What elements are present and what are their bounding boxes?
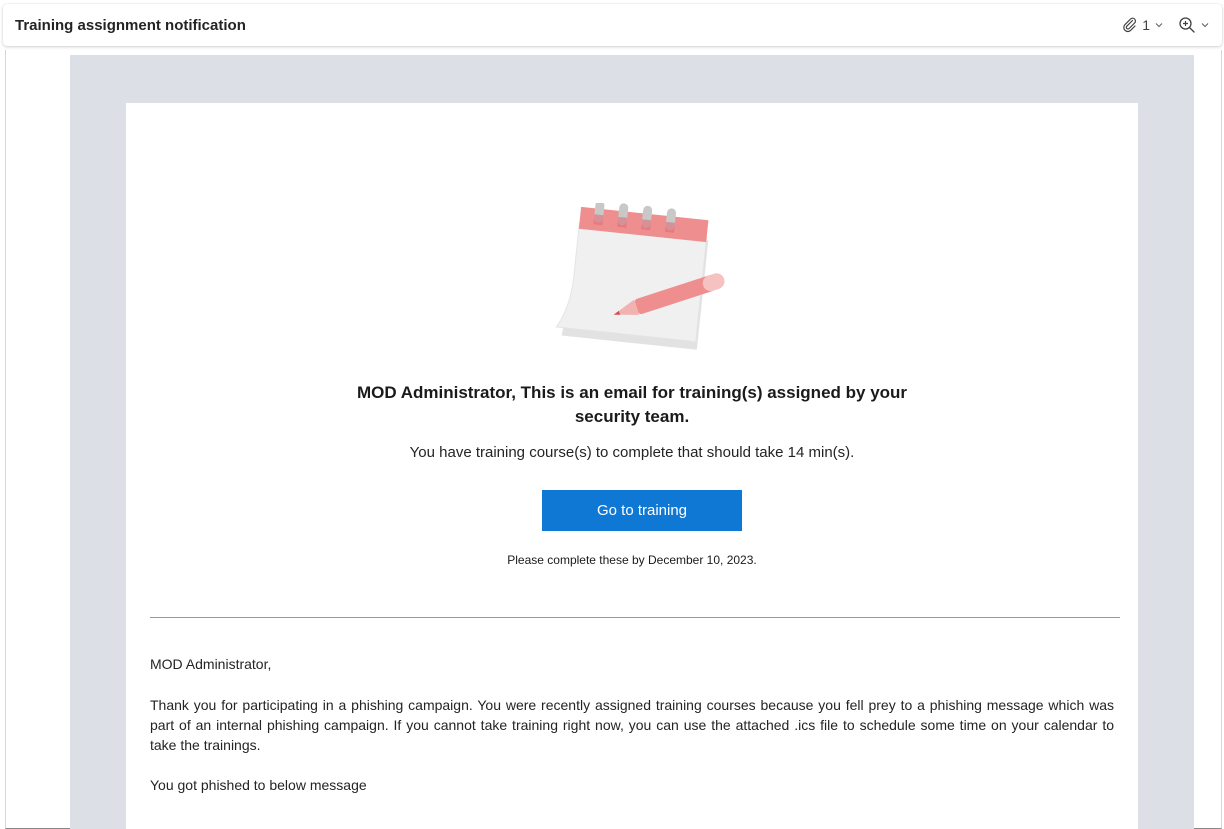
body-paragraph: Thank you for participating in a phishin… xyxy=(150,697,1114,753)
chevron-down-icon xyxy=(1200,20,1210,30)
paperclip-icon xyxy=(1122,17,1138,33)
message-header: Training assignment notification 1 xyxy=(3,4,1222,46)
due-date-text: Please complete these by December 10, 20… xyxy=(507,553,757,567)
training-duration-text: You have training course(s) to complete … xyxy=(409,444,855,461)
divider xyxy=(150,617,1120,618)
email-subject: Training assignment notification xyxy=(15,16,246,34)
phished-message-text: You got phished to below message xyxy=(150,777,367,793)
header-tools: 1 xyxy=(1122,16,1210,34)
attachment-count: 1 xyxy=(1142,17,1150,33)
attachments-button[interactable]: 1 xyxy=(1122,17,1164,33)
email-headline: MOD Administrator, This is an email for … xyxy=(356,383,908,426)
zoom-icon xyxy=(1178,16,1196,34)
email-card: MOD Administrator, This is an email for … xyxy=(126,103,1138,829)
go-to-training-button[interactable]: Go to training xyxy=(542,490,742,531)
notepad-pencil-illustration xyxy=(544,200,729,353)
zoom-button[interactable] xyxy=(1178,16,1210,34)
chevron-down-icon xyxy=(1154,20,1164,30)
greeting-text: MOD Administrator, xyxy=(150,656,272,672)
